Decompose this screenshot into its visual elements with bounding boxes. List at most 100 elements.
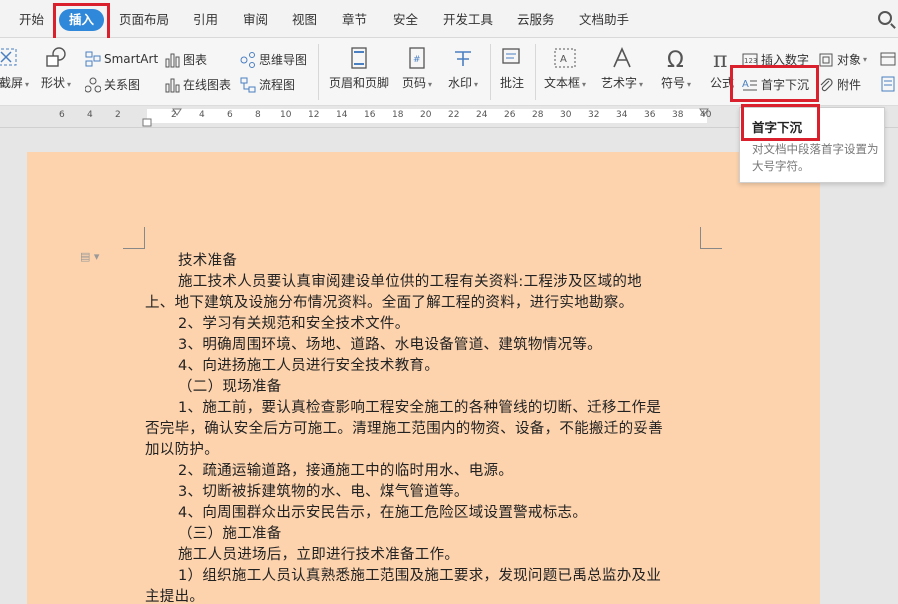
doc-line: 3、明确周围环境、场地、道路、水电设备管道、建筑物情况等。: [178, 337, 602, 353]
omega-icon: Ω: [663, 46, 689, 73]
screenshot-button[interactable]: 截屏 ▾: [0, 46, 30, 91]
watermark-button[interactable]: 水印 ▾: [439, 46, 487, 91]
tab-review[interactable]: 审阅: [243, 9, 268, 31]
attachment-button[interactable]: 附件: [818, 76, 861, 93]
highlight-drop-cap: [730, 65, 819, 102]
object-button[interactable]: 对象 ▾: [818, 51, 867, 68]
ruler-number: 22: [448, 110, 460, 120]
ruler-number: 2: [171, 110, 177, 120]
ruler-number: 6: [59, 110, 65, 120]
tab-start[interactable]: 开始: [19, 9, 44, 31]
ruler-number: 38: [672, 110, 684, 120]
calendar-button[interactable]: [880, 51, 898, 67]
svg-text:A: A: [560, 54, 567, 65]
wordart-button[interactable]: 艺术字 ▾: [598, 46, 646, 91]
relation-chart-label: 关系图: [104, 78, 141, 92]
paperclip-icon: [818, 77, 834, 93]
tab-doc-assistant[interactable]: 文档助手: [579, 9, 629, 31]
doc-line: 2、疏通运输道路，接通施工中的临时用水、电源。: [178, 463, 514, 479]
search-icon[interactable]: [878, 11, 892, 25]
highlight-tooltip-title: [741, 104, 820, 141]
screenshot-label: 截屏: [0, 76, 23, 90]
watermark-icon: [450, 46, 476, 70]
document-area[interactable]: ▤ ▾ 技术准备 施工技术人员要认真审阅建设单位供的工程有关资料:工程涉及区域的…: [0, 128, 898, 604]
tab-developer[interactable]: 开发工具: [443, 9, 493, 31]
ruler-number: 24: [476, 110, 488, 120]
tab-security[interactable]: 安全: [393, 9, 418, 31]
svg-text:123: 123: [744, 57, 757, 65]
textbox-button[interactable]: A 文本框 ▾: [541, 46, 589, 91]
comment-label: 批注: [499, 76, 524, 90]
shapes-label: 形状: [40, 76, 65, 90]
doc-line: 1）组织施工人员认真熟悉施工范围及施工要求，发现问题已禹总监办及业: [178, 568, 662, 584]
ruler-number: 6: [227, 110, 233, 120]
doc-line: 2、学习有关规范和安全技术文件。: [178, 316, 410, 332]
chart-button[interactable]: 图表: [164, 51, 207, 68]
ruler-number: 8: [255, 110, 261, 120]
mindmap-button[interactable]: 思维导图: [240, 51, 307, 68]
document-button[interactable]: [880, 76, 898, 92]
doc-line: 3、切断被拆建筑物的水、电、煤气管道等。: [178, 484, 469, 500]
doc-line: （三）施工准备: [178, 526, 282, 542]
ruler-number: 28: [532, 110, 544, 120]
flowchart-button[interactable]: 流程图: [240, 76, 295, 93]
online-chart-icon: [164, 77, 180, 93]
doc-line: 1、施工前，要认真检查影响工程安全施工的各种管线的切断、迁移工作是: [178, 400, 662, 416]
relation-chart-icon: [84, 77, 102, 93]
smartart-button[interactable]: SmartArt: [85, 51, 158, 67]
watermark-label: 水印: [447, 76, 472, 90]
comment-button[interactable]: 批注: [488, 46, 536, 91]
comment-icon: [499, 46, 525, 70]
page-number-button[interactable]: # 页码 ▾: [393, 46, 441, 91]
tooltip-description: 对文档中段落首字设置为大号字符。: [752, 142, 879, 173]
highlight-insert-tab: [53, 3, 110, 41]
margin-corner-top-left: [123, 227, 145, 249]
ruler-number: 20: [420, 110, 432, 120]
online-chart-button[interactable]: 在线图表: [164, 76, 231, 93]
mindmap-label: 思维导图: [259, 53, 308, 67]
textbox-label: 文本框: [543, 76, 580, 90]
ribbon-separator: [318, 44, 319, 100]
doc-line: 上、地下建筑及设施分布情况资料。全面了解工程的资料，进行实地勘察。: [145, 295, 634, 311]
doc-line: 否完毕，确认安全后方可施工。清理施工范围内的物资、设备，不能搬迁的妥善: [145, 421, 663, 437]
tab-references[interactable]: 引用: [193, 9, 218, 31]
document-icon: [880, 76, 896, 92]
flowchart-icon: [240, 77, 256, 93]
scissors-icon: [0, 46, 19, 70]
ruler-number: 16: [364, 110, 376, 120]
chart-label: 图表: [183, 53, 208, 67]
paragraph-format-icon[interactable]: ▤ ▾: [80, 250, 99, 263]
doc-line: 施工技术人员要认真审阅建设单位供的工程有关资料:工程涉及区域的地: [178, 274, 642, 290]
textbox-icon: A: [552, 46, 578, 70]
attachment-label: 附件: [837, 78, 862, 92]
header-footer-button[interactable]: 页眉和页脚: [325, 46, 393, 91]
wordart-label: 艺术字: [600, 76, 637, 90]
document-page[interactable]: ▤ ▾ 技术准备 施工技术人员要认真审阅建设单位供的工程有关资料:工程涉及区域的…: [27, 152, 820, 604]
ruler-number: 18: [392, 110, 404, 120]
doc-line: 4、向进扬施工人员进行安全技术教育。: [178, 358, 440, 374]
object-icon: [818, 52, 834, 68]
doc-line: 4、向周围群众出示安民告示，在施工危险区域设置警戒标志。: [178, 505, 588, 521]
tab-page-layout[interactable]: 页面布局: [119, 9, 169, 31]
mindmap-icon: [240, 51, 256, 68]
smartart-icon: [85, 51, 101, 67]
ruler-number: 4: [199, 110, 205, 120]
svg-text:π: π: [713, 48, 727, 70]
doc-line: （二）现场准备: [178, 379, 282, 395]
online-chart-label: 在线图表: [183, 78, 232, 92]
doc-line: 主提出。: [145, 589, 205, 604]
relation-chart-button[interactable]: 关系图: [84, 76, 141, 93]
tab-view[interactable]: 视图: [292, 9, 317, 31]
shapes-button[interactable]: 形状 ▾: [32, 46, 80, 91]
ruler-number: 10: [280, 110, 292, 120]
symbol-button[interactable]: Ω 符号 ▾: [652, 46, 700, 91]
header-footer-label: 页眉和页脚: [328, 76, 389, 90]
tab-chapter[interactable]: 章节: [342, 9, 367, 31]
ruler-number: 32: [588, 110, 600, 120]
shapes-icon: [43, 46, 69, 70]
ruler-number: 4: [87, 110, 93, 120]
ruler-number: 36: [644, 110, 656, 120]
tab-cloud[interactable]: 云服务: [517, 9, 555, 31]
ruler-number: 40: [700, 110, 712, 120]
symbol-label: 符号: [660, 76, 685, 90]
